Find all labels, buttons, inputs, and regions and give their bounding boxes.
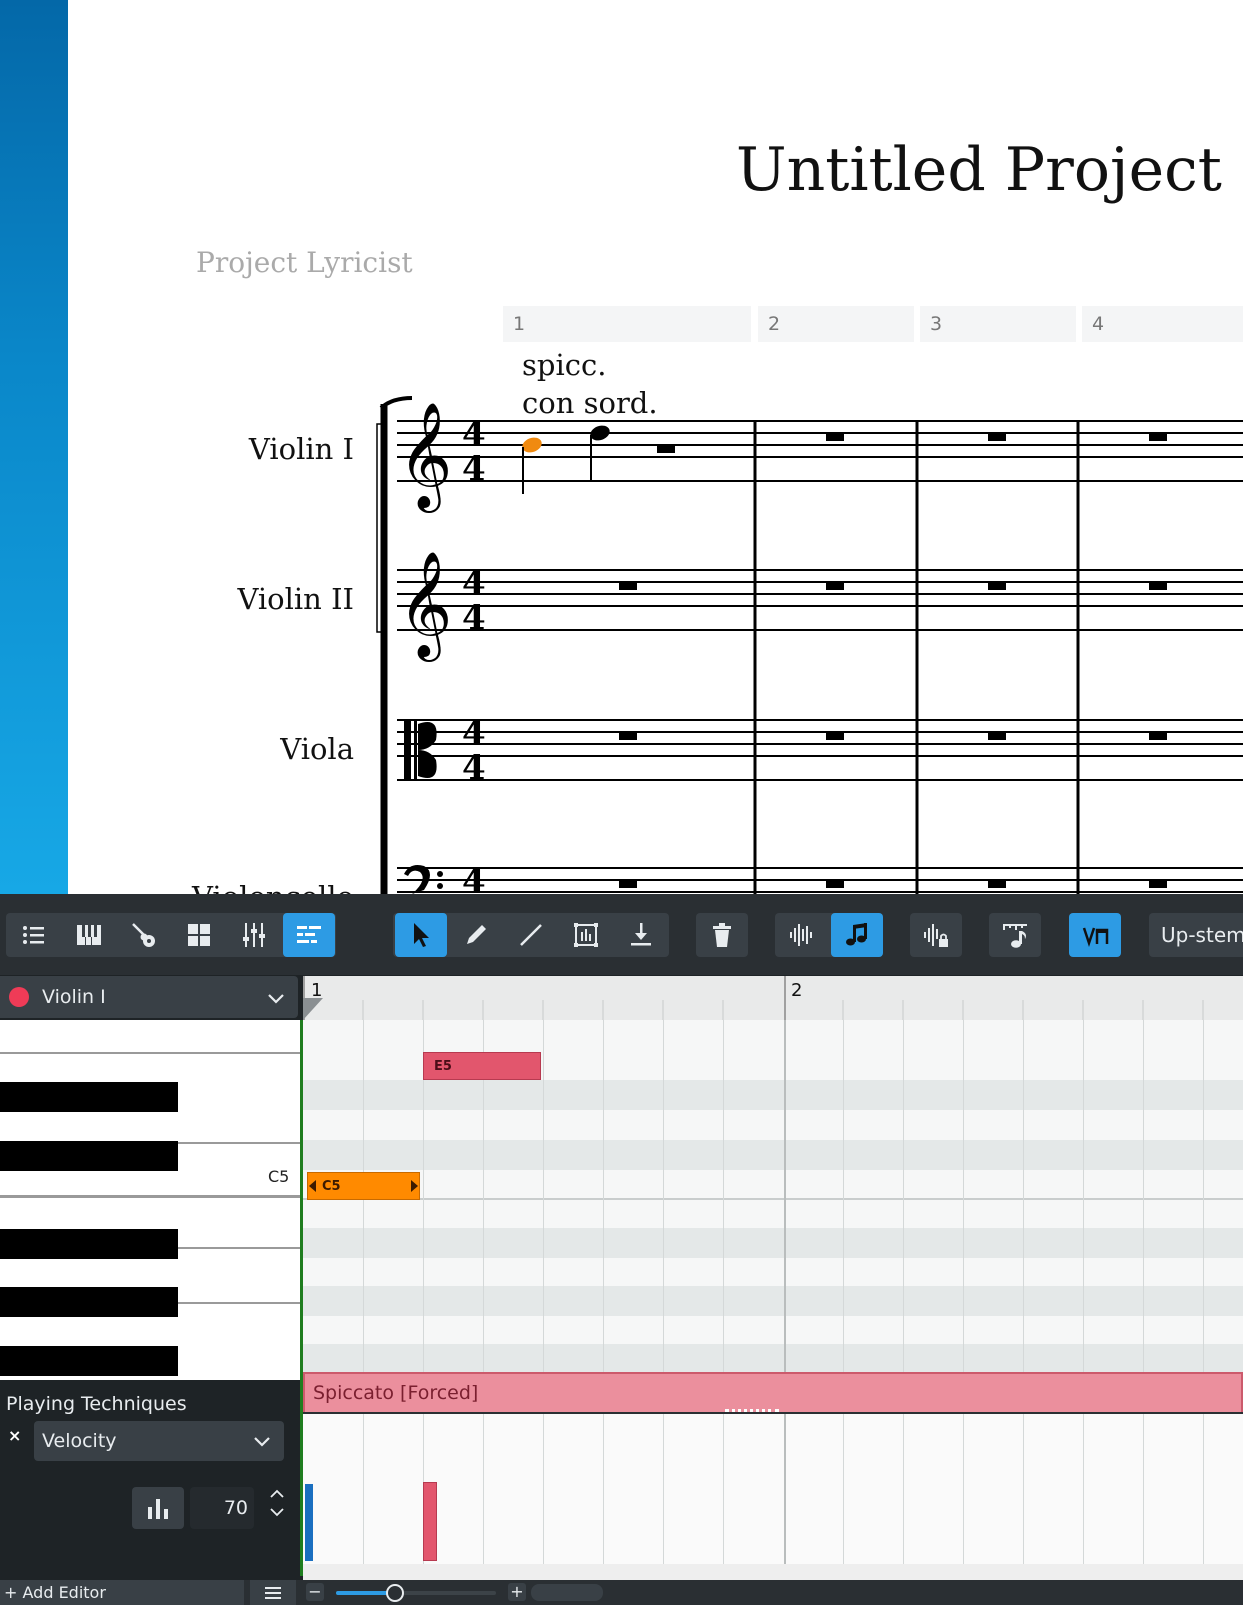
velocity-select[interactable]: Velocity <box>34 1421 284 1461</box>
octave-divider <box>303 1198 1243 1200</box>
black-key-lane <box>303 1080 1243 1110</box>
key-editor-panel[interactable]: Up-stem Violin I 1 2 C5 E5 C5 Playing Te… <box>0 894 1243 1605</box>
note-input-ruler-icon[interactable] <box>989 913 1041 957</box>
waveform-lock-icon[interactable] <box>910 913 962 957</box>
velocity-lane[interactable] <box>303 1414 1243 1580</box>
barlines <box>753 421 1080 894</box>
close-icon[interactable]: × <box>8 1426 21 1445</box>
zoom-slider-track[interactable] <box>336 1584 496 1602</box>
note-c5-selected <box>522 437 542 494</box>
waveform-icon[interactable] <box>775 913 827 957</box>
note-block-e5[interactable]: E5 <box>423 1052 541 1080</box>
menu-button[interactable] <box>250 1580 296 1605</box>
svg-text:4: 4 <box>462 748 486 788</box>
note-block-c5[interactable]: C5 <box>307 1172 420 1200</box>
resize-left-handle-icon[interactable] <box>308 1179 318 1193</box>
black-key[interactable] <box>0 1229 178 1259</box>
black-key-lane <box>303 1344 1243 1374</box>
piano-keyboard-icon[interactable] <box>63 913 115 957</box>
piano-key-label: C5 <box>268 1167 290 1186</box>
ruler-ticks <box>303 976 1204 1020</box>
velocity-value-field[interactable]: 70 <box>190 1487 254 1529</box>
record-enable-icon[interactable] <box>9 987 29 1007</box>
select-tool-icon[interactable] <box>395 913 447 957</box>
treble-clef-icon: 𝄞 <box>398 401 452 513</box>
white-key-divider <box>0 1195 300 1198</box>
input-tool-icon[interactable] <box>615 913 667 957</box>
editor-bottom-bar: + Add Editor − + <box>0 1580 1243 1605</box>
black-key-lane <box>303 1286 1243 1316</box>
key-editor-toolbar: Up-stem <box>0 894 1243 975</box>
chevron-down-icon[interactable] <box>252 1431 272 1451</box>
plus-icon: + <box>4 1583 18 1602</box>
horizontal-scrollbar[interactable] <box>531 1584 603 1601</box>
music-note-icon[interactable] <box>831 913 883 957</box>
ruler-label-bar-1: 1 <box>311 980 323 1001</box>
track-name: Violin I <box>42 986 106 1008</box>
black-key[interactable] <box>0 1287 178 1317</box>
track-selector[interactable]: Violin I <box>0 976 298 1018</box>
hamburger-menu-icon <box>265 1587 281 1599</box>
black-key[interactable] <box>0 1141 178 1171</box>
treble-clef-icon: 𝄞 <box>398 550 452 662</box>
svg-text:4: 4 <box>462 598 486 638</box>
bar-chart-icon <box>148 1499 168 1519</box>
velocity-bar-c5[interactable] <box>305 1484 313 1561</box>
guitar-icon[interactable] <box>118 913 170 957</box>
transform-tool-icon[interactable] <box>560 913 612 957</box>
black-key[interactable] <box>0 1082 178 1112</box>
drum-grid-icon[interactable] <box>173 913 225 957</box>
stem-direction-button[interactable]: Up-stem <box>1149 913 1243 957</box>
zoom-in-button[interactable]: + <box>508 1583 526 1601</box>
svg-text:4: 4 <box>462 862 486 894</box>
zoom-out-button[interactable]: − <box>306 1583 324 1601</box>
list-icon[interactable] <box>8 913 60 957</box>
trash-icon[interactable] <box>696 913 748 957</box>
mixer-icon[interactable] <box>228 913 280 957</box>
chevron-down-icon[interactable] <box>266 988 286 1008</box>
velocity-select-label: Velocity <box>42 1430 117 1452</box>
time-signatures: 44 44 44 4 <box>462 415 486 894</box>
playhead-marker-icon <box>303 998 323 1020</box>
add-editor-label: Add Editor <box>22 1583 106 1602</box>
staff-system[interactable]: 𝄞 𝄞 44 44 44 4 <box>0 0 1243 894</box>
velocity-bars-button[interactable] <box>132 1487 184 1529</box>
whole-rests <box>619 433 1167 888</box>
alto-clef-icon <box>404 720 437 780</box>
zoom-slider-handle[interactable] <box>386 1584 404 1602</box>
score-view[interactable]: Untitled Project 1 Project Lyricist 1 2 … <box>0 0 1243 894</box>
velocity-lane-footer <box>303 1564 1243 1580</box>
note-e5 <box>590 425 610 482</box>
velocity-stepper-icon[interactable] <box>268 1487 286 1521</box>
resize-right-handle-icon[interactable] <box>409 1179 419 1193</box>
staff-viola <box>397 719 1243 781</box>
piano-keyboard[interactable]: C5 <box>0 1020 300 1380</box>
key-editor-tab-icon[interactable] <box>283 913 335 957</box>
note-grid[interactable]: E5 C5 <box>303 1020 1243 1380</box>
line-tool-icon[interactable] <box>505 913 557 957</box>
black-key-lane <box>303 1140 1243 1170</box>
add-editor-button[interactable]: + Add Editor <box>0 1580 244 1605</box>
velocity-bar-e5[interactable] <box>423 1482 437 1561</box>
white-key-divider <box>0 1052 300 1054</box>
black-key-lane <box>303 1228 1243 1258</box>
black-key[interactable] <box>0 1346 178 1376</box>
ruler-label-bar-2: 2 <box>791 980 803 1001</box>
svg-text:4: 4 <box>462 449 486 489</box>
draw-tool-icon[interactable] <box>450 913 502 957</box>
playing-technique-lane[interactable]: Spiccato [Forced] <box>303 1372 1243 1414</box>
timeline-ruler[interactable]: 1 2 <box>303 976 1243 1020</box>
staff-violoncello <box>397 867 1243 893</box>
half-rest-icon <box>657 445 675 453</box>
staff-violin-2 <box>397 569 1243 631</box>
bowing-direction-icon[interactable] <box>1069 913 1121 957</box>
technique-lane-text: Spiccato [Forced] <box>313 1382 479 1404</box>
